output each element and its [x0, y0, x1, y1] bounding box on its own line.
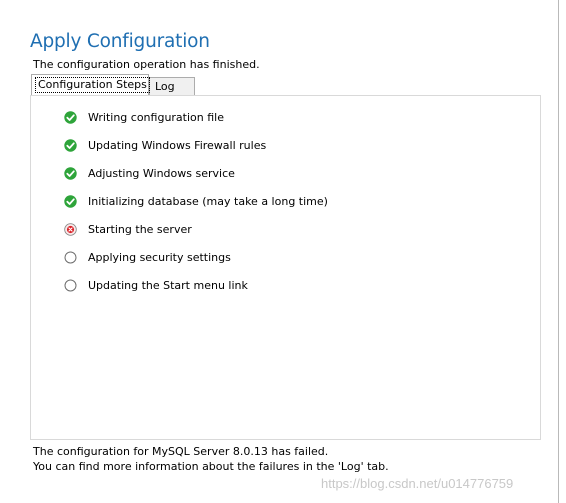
status-message: The configuration operation has finished…: [33, 58, 260, 71]
step-label: Writing configuration file: [88, 110, 224, 124]
check-circle-icon: [64, 166, 77, 180]
empty-circle-icon: [64, 279, 77, 292]
step-label: Initializing database (may take a long t…: [88, 194, 328, 208]
check-circle-icon: [64, 194, 77, 208]
step-updating-windows-firewall-rules: Updating Windows Firewall rules: [64, 137, 266, 153]
failure-message: The configuration for MySQL Server 8.0.1…: [33, 445, 329, 458]
step-adjusting-windows-service: Adjusting Windows service: [64, 165, 235, 181]
window-right-edge: [558, 0, 559, 503]
check-circle-icon: [64, 138, 77, 152]
check-circle-icon: [64, 110, 77, 124]
watermark: https://blog.csdn.net/u014776759: [321, 476, 514, 491]
step-label: Updating Windows Firewall rules: [88, 138, 267, 152]
step-starting-the-server: Starting the server: [64, 221, 192, 237]
empty-circle-icon: [64, 251, 77, 264]
step-label: Adjusting Windows service: [88, 166, 235, 180]
error-circle-icon: [64, 222, 77, 236]
log-hint-message: You can find more information about the …: [33, 460, 389, 473]
step-writing-configuration-file: Writing configuration file: [64, 109, 224, 125]
step-updating-start-menu-link: Updating the Start menu link: [64, 277, 248, 293]
tab-configuration-steps[interactable]: Configuration Steps: [31, 74, 150, 95]
step-initializing-database: Initializing database (may take a long t…: [64, 193, 328, 209]
step-label: Applying security settings: [88, 250, 231, 264]
step-applying-security-settings: Applying security settings: [64, 249, 231, 265]
tab-log-label: Log: [155, 80, 175, 93]
tab-configuration-steps-label: Configuration Steps: [35, 77, 150, 93]
page-title: Apply Configuration: [30, 31, 210, 52]
step-label: Starting the server: [88, 222, 192, 236]
step-label: Updating the Start menu link: [88, 278, 248, 292]
tab-log[interactable]: Log: [149, 77, 195, 95]
